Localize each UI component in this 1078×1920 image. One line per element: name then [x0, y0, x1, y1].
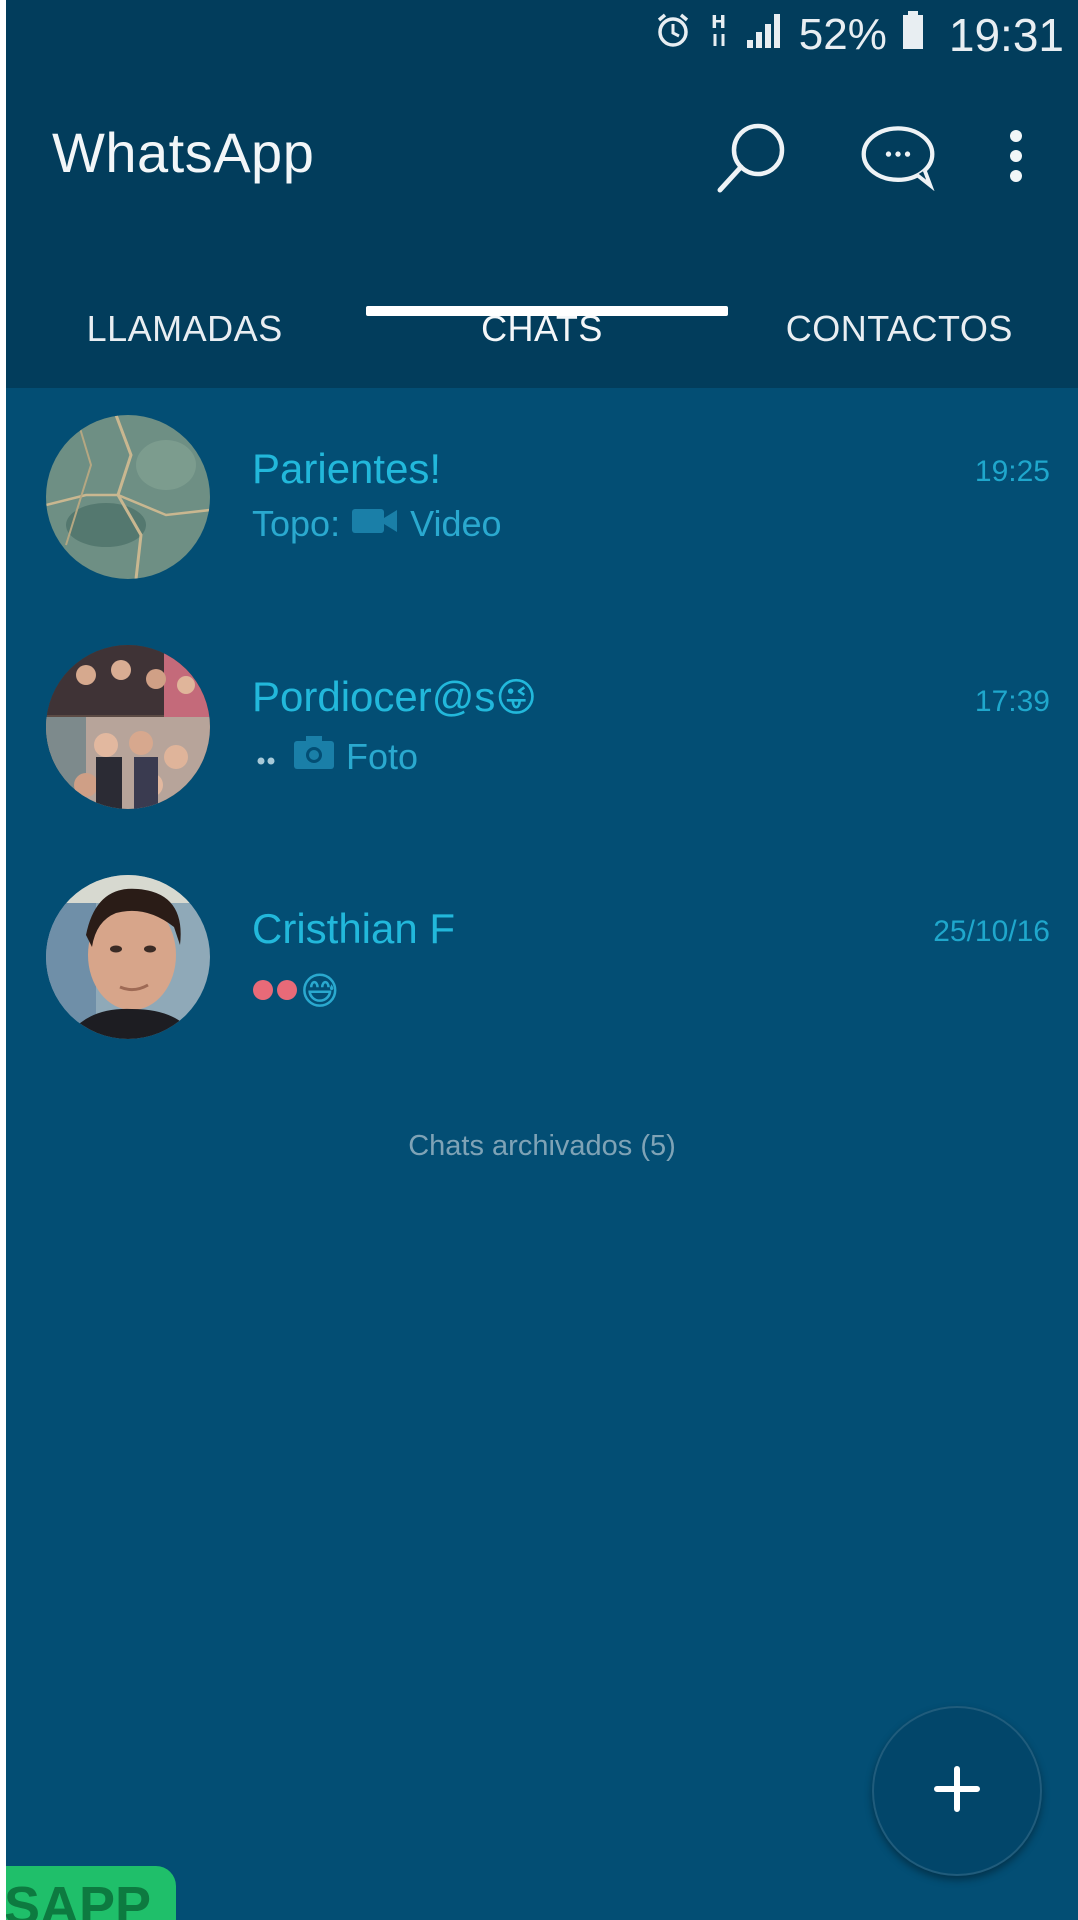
- app-title: WhatsApp: [52, 121, 315, 184]
- sender-label: Topo:: [252, 503, 341, 544]
- status-bar: H 52% 19:31: [6, 0, 1078, 68]
- alarm-icon: [653, 10, 693, 61]
- tab-contactos[interactable]: CONTACTOS: [721, 258, 1078, 388]
- avatar[interactable]: [46, 645, 210, 809]
- chat-row-pordioceras[interactable]: Pordiocer@s😜 17:39 Foto: [6, 635, 1078, 835]
- chat-name-text: Pordiocer@s: [252, 673, 496, 720]
- svg-text:H: H: [711, 12, 726, 33]
- battery-icon: [901, 10, 925, 61]
- emoji-wink-tongue: 😜: [495, 676, 538, 720]
- app-bar: WhatsApp LLAMADAS CHATS CONTACTOS: [6, 68, 1078, 388]
- chat-preview: Foto: [252, 733, 418, 780]
- tab-bar: LLAMADAS CHATS CONTACTOS: [6, 258, 1078, 388]
- camera-icon: [292, 733, 336, 780]
- promo-badge[interactable]: SAPP: [6, 1866, 176, 1920]
- battery-percent: 52%: [798, 10, 887, 59]
- signal-icon: [745, 10, 785, 61]
- network-h-icon: H: [707, 8, 731, 63]
- double-tick-icon: [252, 736, 282, 778]
- typing-dots-icon: [252, 971, 300, 1013]
- search-icon[interactable]: [712, 116, 792, 196]
- chat-time: 17:39: [974, 685, 1050, 718]
- plus-icon: [932, 1764, 982, 1819]
- video-icon: [350, 503, 400, 545]
- media-label: Foto: [346, 735, 419, 777]
- more-options-icon[interactable]: [986, 116, 1046, 196]
- new-chat-fab[interactable]: [872, 1706, 1042, 1876]
- archived-chats-link[interactable]: Chats archivados (5): [6, 1130, 1078, 1163]
- chat-name: Parientes!: [252, 445, 442, 492]
- clock: 19:31: [948, 9, 1064, 61]
- chat-name: Pordiocer@s😜: [252, 673, 537, 721]
- new-chat-icon[interactable]: [858, 116, 938, 196]
- avatar[interactable]: [46, 415, 210, 579]
- status-icons: H 52% 19:31: [653, 6, 1064, 64]
- tab-chats[interactable]: CHATS: [363, 258, 720, 388]
- tab-llamadas[interactable]: LLAMADAS: [6, 258, 363, 388]
- avatar[interactable]: [46, 875, 210, 1039]
- chat-row-cristhian[interactable]: Cristhian F 25/10/16 😅: [6, 865, 1078, 1065]
- chat-time: 19:25: [974, 455, 1050, 488]
- chat-preview: 😅: [252, 969, 340, 1014]
- media-label: Video: [410, 503, 502, 544]
- chat-preview: Topo: Video: [252, 503, 502, 545]
- whatsapp-screen: H 52% 19:31 WhatsApp LLAMADAS CHATS CONT…: [6, 0, 1078, 1920]
- active-tab-indicator: [366, 306, 728, 316]
- emoji-sweat-smile: 😅: [300, 971, 340, 1013]
- chat-name: Cristhian F: [252, 905, 456, 952]
- chat-row-parientes[interactable]: Parientes! 19:25 Topo: Video: [6, 405, 1078, 605]
- chat-time: 25/10/16: [933, 915, 1050, 948]
